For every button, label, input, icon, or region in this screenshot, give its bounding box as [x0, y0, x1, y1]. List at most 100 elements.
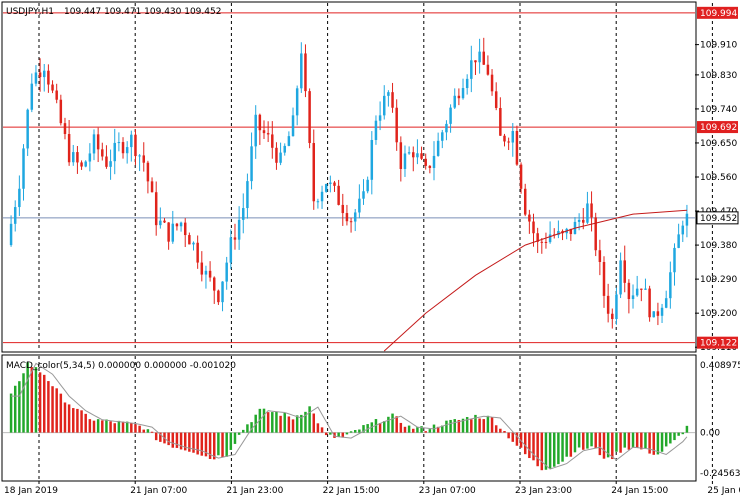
- candle-body: [515, 130, 519, 165]
- macd-bar: [154, 432, 158, 441]
- macd-bar: [196, 432, 199, 455]
- macd-bar: [9, 393, 13, 433]
- candle-body: [428, 165, 432, 168]
- macd-bar: [590, 432, 593, 447]
- macd-bar: [507, 432, 510, 439]
- candle-body: [275, 147, 278, 163]
- macd-bar: [478, 418, 481, 433]
- macd-bar: [511, 432, 515, 442]
- macd-bar: [134, 424, 137, 433]
- candle-body: [154, 192, 158, 226]
- macd-bar: [271, 412, 274, 433]
- candle-body: [92, 134, 96, 154]
- macd-bar: [470, 419, 473, 433]
- candle-body: [640, 288, 643, 290]
- candle-body: [337, 185, 340, 205]
- candle-body: [312, 143, 315, 202]
- time-tick-label: 21 Jan 23:00: [226, 486, 283, 496]
- macd-bar: [279, 415, 282, 433]
- candle-body: [167, 222, 170, 242]
- macd-bar: [669, 432, 672, 444]
- candle-body: [577, 219, 581, 222]
- chart-window: 109.910 109.830 109.740 109.650 109.560 109.4…: [0, 0, 740, 500]
- candle-body: [660, 307, 664, 316]
- time-tick-label: 18 Jan 2019: [4, 486, 58, 496]
- macd-bar: [660, 432, 664, 452]
- time-tick-label: 23 Jan 23:00: [515, 486, 572, 496]
- macd-bar: [652, 432, 655, 455]
- macd-tick-label: -0.245634: [700, 469, 740, 479]
- macd-bar: [569, 432, 573, 457]
- candle-body: [445, 123, 448, 133]
- macd-bar: [312, 413, 315, 433]
- macd-bar: [540, 432, 544, 471]
- macd-bar: [55, 388, 58, 433]
- candle-body: [482, 51, 485, 65]
- candle-body: [590, 203, 593, 218]
- candle-body: [150, 181, 154, 193]
- time-tick-label: 23 Jan 07:00: [419, 486, 476, 496]
- macd-bar: [237, 432, 241, 435]
- macd-bar: [387, 416, 390, 433]
- macd-bar: [627, 432, 631, 450]
- candle-body: [391, 92, 394, 108]
- candle-body: [378, 115, 382, 121]
- macd-bar: [324, 432, 328, 436]
- macd-bar: [142, 429, 145, 433]
- candle-body: [652, 311, 655, 318]
- candle-body: [117, 142, 121, 144]
- candle-body: [242, 208, 245, 220]
- macd-bar: [72, 408, 75, 433]
- candle-body: [233, 237, 237, 240]
- macd-bar: [640, 432, 643, 450]
- macd-bar: [681, 432, 685, 435]
- candle-body: [353, 212, 357, 222]
- candle-body: [283, 145, 286, 153]
- macd-bar: [130, 423, 133, 433]
- macd-bar: [490, 417, 494, 433]
- candle-body: [67, 134, 71, 163]
- candle-body: [84, 161, 87, 167]
- candle-body: [669, 272, 672, 299]
- macd-bar: [51, 386, 54, 433]
- candle-body: [540, 241, 544, 243]
- level-badge: 109.692: [700, 123, 737, 133]
- candle-body: [229, 237, 233, 263]
- macd-bar: [664, 432, 668, 447]
- candle-body: [358, 198, 361, 213]
- macd-bar: [88, 419, 92, 433]
- candle-body: [138, 155, 141, 157]
- candle-body: [329, 182, 332, 184]
- candle-body: [316, 201, 320, 203]
- candle-body: [80, 162, 83, 167]
- price-tick-label: 109.290: [700, 275, 737, 285]
- candle-body: [76, 152, 79, 163]
- candle-body: [159, 220, 162, 226]
- candle-body: [88, 153, 92, 162]
- candle-body: [611, 313, 614, 320]
- candle-body: [200, 262, 204, 275]
- macd-bar: [38, 372, 42, 433]
- macd-bar: [229, 432, 233, 450]
- candle-body: [171, 223, 175, 242]
- candle-body: [677, 234, 680, 248]
- candle-body: [449, 107, 452, 124]
- candle-body: [266, 133, 270, 135]
- candle-body: [341, 204, 345, 214]
- candle-body: [656, 311, 660, 316]
- macd-bar: [43, 374, 46, 433]
- time-tick-label: 21 Jan 07:00: [130, 486, 187, 496]
- macd-bar: [553, 432, 556, 467]
- candle-body: [349, 221, 353, 223]
- candle-body: [416, 153, 419, 158]
- candle-body: [681, 225, 685, 235]
- macd-bar: [22, 373, 25, 433]
- macd-bar: [266, 412, 270, 433]
- macd-bar: [47, 381, 50, 433]
- macd-bar: [611, 432, 614, 460]
- candle-body: [387, 92, 390, 96]
- candle-body: [664, 298, 668, 308]
- macd-bar: [167, 432, 170, 446]
- macd-bar: [308, 406, 311, 433]
- candle-body: [453, 95, 456, 108]
